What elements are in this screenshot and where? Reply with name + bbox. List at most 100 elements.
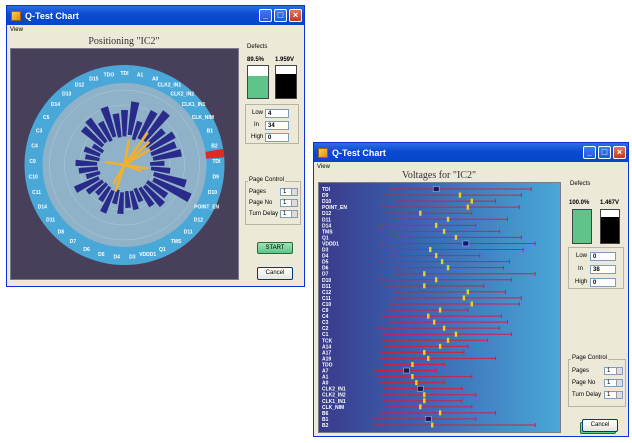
in-label: In	[578, 266, 584, 272]
radial-label: C4	[31, 144, 38, 150]
radial-label: C10	[29, 175, 38, 181]
radial-label: CLK_NIM	[192, 115, 214, 121]
low-label: Low	[576, 253, 588, 259]
turn-delay-label: Turn Delay	[249, 211, 279, 217]
high-value: 0	[265, 133, 289, 142]
radial-label: TDI	[120, 71, 129, 77]
value-marker	[446, 265, 450, 271]
defects-label: Defects	[246, 44, 269, 50]
pages-spinner[interactable]: 1	[280, 188, 298, 196]
window-title: Q-Test Chart	[25, 10, 79, 21]
value-marker	[438, 410, 442, 416]
value-marker	[429, 247, 432, 253]
value-marker	[415, 380, 418, 386]
radial-label: D8	[58, 229, 65, 235]
pages-spinner[interactable]: 1	[604, 367, 623, 375]
radial-label: D14	[38, 204, 47, 210]
radial-label: D12	[75, 83, 84, 89]
title-bar[interactable]: Q-Test Chart _ □ ×	[7, 6, 304, 25]
defects-voltage: 1.467V	[600, 200, 620, 206]
defect-marker	[462, 240, 470, 247]
defect-marker	[403, 367, 410, 374]
title-bar[interactable]: Q-Test Chart _ □ ×	[314, 143, 628, 162]
value-marker	[446, 337, 450, 343]
radial-label: D9	[213, 175, 220, 181]
cancel-button[interactable]: Cancel	[582, 419, 618, 432]
value-marker	[454, 234, 458, 240]
page-no-spinner[interactable]: 1	[280, 199, 298, 207]
turn-delay-spinner[interactable]: 1	[280, 210, 298, 218]
pages-label: Pages	[249, 189, 267, 195]
start-button[interactable]: START	[257, 242, 293, 254]
radial-label: B2	[211, 144, 218, 150]
radial-label: C9	[29, 159, 36, 165]
defect-marker	[424, 416, 432, 422]
high-label: High	[575, 279, 588, 285]
page-no-spinner[interactable]: 1	[604, 379, 623, 387]
page-control-label: Page Control	[248, 177, 286, 183]
value-marker	[434, 253, 438, 259]
in-value: 38	[590, 265, 616, 274]
close-icon[interactable]: ×	[613, 146, 626, 159]
value-marker	[458, 192, 462, 198]
range-chart: TDID9D10POINT_END12D11D14TMSQ1VDDD1D3D4D…	[322, 186, 536, 429]
value-marker	[466, 289, 470, 295]
radial-label: TDO	[104, 72, 115, 78]
page-no-label: Page No	[249, 200, 273, 206]
value-marker	[432, 319, 436, 325]
value-marker	[454, 331, 458, 337]
value-marker	[419, 210, 422, 216]
radial-label: D5	[98, 252, 105, 258]
radial-label: D6	[83, 247, 90, 253]
defects-percent: 100.0%	[569, 200, 590, 206]
maximize-icon[interactable]: □	[598, 146, 611, 159]
defect-marker	[432, 186, 440, 192]
value-marker	[427, 313, 430, 319]
value-marker	[423, 392, 426, 398]
low-value: 4	[265, 109, 289, 118]
radial-label: TDI	[212, 159, 221, 165]
radial-label: D14	[51, 102, 60, 108]
value-marker	[434, 222, 438, 228]
turn-delay-spinner[interactable]: 1	[604, 391, 623, 399]
low-value: 0	[590, 252, 616, 261]
radial-label: CLK1_IN1	[182, 102, 206, 108]
chart-title: Voltages for "IC2"	[401, 170, 477, 181]
minimize-icon[interactable]: _	[583, 146, 596, 159]
radial-label: C11	[32, 190, 41, 196]
value-marker	[423, 271, 426, 277]
high-value: 0	[590, 278, 616, 287]
radial-label: A1	[137, 72, 144, 78]
radial-label: A0	[152, 76, 159, 82]
voltage-plot: TDI D9 D10 POINT_EN D12 D11 D14 TMS Q1 VDDD1 D3 D4 D…	[318, 182, 561, 433]
value-marker	[438, 343, 442, 349]
radial-label: D3	[129, 255, 136, 261]
app-icon	[318, 147, 328, 158]
value-marker	[423, 398, 426, 404]
radial-label: D15	[89, 76, 98, 82]
window-positioning: Q-Test Chart _ □ × View Positioning "IC2…	[6, 5, 305, 287]
maximize-icon[interactable]: □	[274, 9, 287, 22]
defects-bar-right	[275, 65, 297, 99]
defects-bar-right	[600, 209, 620, 244]
value-marker	[442, 228, 446, 234]
close-icon[interactable]: ×	[289, 9, 302, 22]
value-marker	[470, 198, 473, 204]
menu-view[interactable]: View	[7, 25, 304, 35]
defects-bar-left	[247, 65, 269, 99]
minimize-icon[interactable]: _	[259, 9, 272, 22]
value-marker	[462, 295, 466, 301]
value-marker	[431, 422, 434, 428]
value-marker	[442, 325, 446, 331]
radial-chart: TDI A1 A0CLK2_IN1 CLK2_IN2 CLK1_IN1 CLK_NIM B1…	[24, 65, 225, 265]
value-marker	[427, 355, 430, 361]
defects-percent: 89.5%	[247, 57, 265, 63]
value-marker	[440, 259, 444, 265]
value-marker	[466, 204, 470, 210]
radial-label: VDDD1	[139, 252, 156, 258]
cancel-button[interactable]: Cancel	[257, 267, 293, 280]
defects-bar-left	[572, 209, 592, 244]
pages-label: Pages	[572, 368, 590, 374]
defects-voltage: 1.959V	[275, 57, 295, 63]
window-voltages: Q-Test Chart _ □ × View Voltages for "IC…	[313, 142, 629, 437]
